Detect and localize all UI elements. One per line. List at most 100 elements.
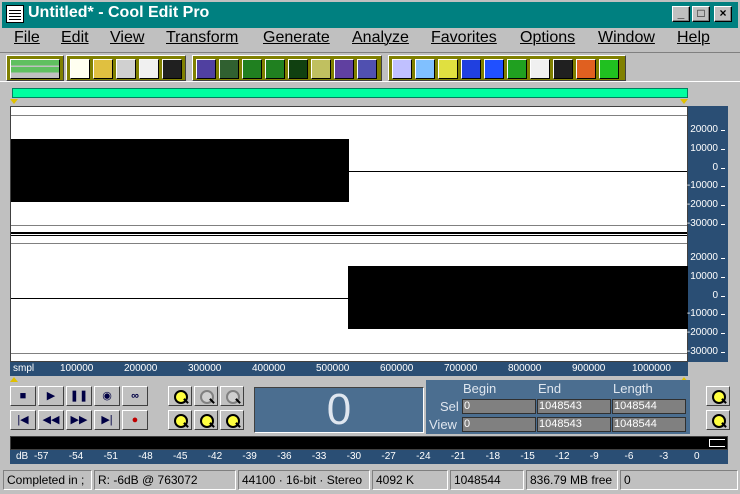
mix-icon[interactable] (242, 59, 262, 79)
sel-length-field[interactable]: 1048544 (612, 399, 686, 414)
menu-options[interactable]: Options (520, 29, 575, 47)
menu-edit[interactable]: Edit (61, 29, 89, 47)
ap-icon[interactable] (392, 59, 412, 79)
stretch-icon[interactable] (507, 59, 527, 79)
meter-tick: -15 (520, 451, 535, 462)
view-begin-field[interactable]: 0 (462, 417, 536, 432)
record-button[interactable]: ● (122, 410, 148, 430)
amp-tick: 10000 (678, 143, 725, 154)
time-scale: smpl 100000 200000 300000 400000 500000 … (10, 362, 688, 376)
new-file-icon[interactable] (70, 59, 90, 79)
meter-tick: -45 (172, 451, 188, 462)
time-tick: 700000 (444, 363, 478, 374)
filter-icon[interactable] (576, 59, 596, 79)
meter-tick: -21 (450, 451, 466, 462)
meter-tick: -27 (381, 451, 396, 462)
waveform-display[interactable] (10, 106, 688, 362)
loop-button[interactable]: ∞ (122, 386, 148, 406)
play-button[interactable]: ▶ (38, 386, 64, 406)
menu-favorites[interactable]: Favorites (431, 29, 497, 47)
meter-tick: -24 (416, 451, 431, 462)
view-length-field[interactable]: 1048544 (612, 417, 686, 432)
close-file-icon[interactable] (116, 59, 136, 79)
open-file-icon[interactable] (93, 59, 113, 79)
noise-icon[interactable] (219, 59, 239, 79)
end-marker-icon[interactable] (680, 99, 688, 104)
amp-tick: 0 (678, 290, 725, 301)
app-icon[interactable] (6, 5, 24, 23)
rewind-button[interactable]: ◀◀ (38, 410, 64, 430)
doppler-icon[interactable] (530, 59, 550, 79)
overview-ruler[interactable] (12, 88, 688, 98)
meter-tick: -54 (68, 451, 84, 462)
noise-reduction-icon[interactable] (553, 59, 573, 79)
meter-tick: -30 (346, 451, 362, 462)
zoom-out-vertical-icon[interactable] (706, 386, 730, 406)
waveform-icon[interactable] (288, 59, 308, 79)
multitrack-view-icon[interactable] (10, 59, 60, 79)
go-to-start-button[interactable]: |◀ (10, 410, 36, 430)
channel-top-line (11, 115, 687, 116)
meter-tick: -33 (311, 451, 327, 462)
meter-tick: -12 (555, 451, 570, 462)
begin-header: Begin (463, 381, 497, 396)
status-extra: 0 (620, 470, 738, 490)
status-samples: 1048544 (450, 470, 524, 490)
start-marker-icon[interactable] (10, 377, 18, 382)
edit-icon[interactable] (311, 59, 331, 79)
menu-analyze[interactable]: Analyze (352, 29, 409, 47)
selection-panel: Begin End Length Sel View 0 1048543 1048… (426, 380, 690, 434)
menu-window[interactable]: Window (598, 29, 655, 47)
zoom-full-icon[interactable] (220, 386, 244, 406)
cue-icon[interactable] (334, 59, 354, 79)
zoom-in-vertical-icon[interactable] (706, 410, 730, 430)
menu-generate[interactable]: Generate (263, 29, 330, 47)
pause-button[interactable]: ❚❚ (66, 386, 92, 406)
zoom-in-icon[interactable] (168, 386, 192, 406)
close-button[interactable]: × (714, 6, 732, 22)
zoom-right-icon[interactable] (220, 410, 244, 430)
maximize-button[interactable]: □ (692, 6, 710, 22)
play-cue-icon[interactable] (357, 59, 377, 79)
graphic-eq-icon[interactable] (461, 59, 481, 79)
view-end-field[interactable]: 1048543 (537, 417, 611, 432)
zoom-selection-icon[interactable] (168, 410, 192, 430)
menu-transform[interactable]: Transform (166, 29, 238, 47)
window-title: Untitled* - Cool Edit Pro (28, 4, 210, 21)
play-to-end-button[interactable]: ◉ (94, 386, 120, 406)
zoom-left-icon[interactable] (194, 410, 218, 430)
menu-view[interactable]: View (110, 29, 144, 47)
zoom-out-icon[interactable] (194, 386, 218, 406)
save-icon[interactable] (162, 59, 182, 79)
dynamics-icon[interactable] (438, 59, 458, 79)
channel-divider[interactable] (11, 232, 687, 236)
time-tick: 200000 (124, 363, 158, 374)
start-marker-icon[interactable] (10, 99, 18, 104)
amp-tick: 20000 (678, 252, 725, 263)
save-as-icon[interactable] (139, 59, 159, 79)
cd-icon[interactable] (599, 59, 619, 79)
toolbar (0, 52, 740, 82)
fast-forward-button[interactable]: ▶▶ (66, 410, 92, 430)
stop-button[interactable]: ■ (10, 386, 36, 406)
go-to-end-button[interactable]: ▶| (94, 410, 120, 430)
toolbar-group-view (6, 55, 64, 81)
view-label: View (429, 417, 457, 432)
menu-file[interactable]: File (14, 29, 40, 47)
sel-begin-field[interactable]: 0 (462, 399, 536, 414)
meter-tick: -36 (277, 451, 292, 462)
transport-controls: ■ ▶ ❚❚ ◉ ∞ |◀ ◀◀ ▶▶ ▶| ● (10, 386, 158, 432)
menu-help[interactable]: Help (677, 29, 710, 47)
status-size: 4092 K (372, 470, 448, 490)
meter-tick: -48 (138, 451, 153, 462)
level-meter (10, 436, 728, 450)
ear-icon[interactable] (415, 59, 435, 79)
time-tick: 100000 (60, 363, 94, 374)
toolbar-group-edit (192, 55, 382, 81)
amp-tick: -10000 (678, 308, 725, 319)
delay-icon[interactable] (484, 59, 504, 79)
minimize-button[interactable]: _ (672, 6, 690, 22)
mix-paste-icon[interactable] (265, 59, 285, 79)
marker-icon[interactable] (196, 59, 216, 79)
sel-end-field[interactable]: 1048543 (537, 399, 611, 414)
